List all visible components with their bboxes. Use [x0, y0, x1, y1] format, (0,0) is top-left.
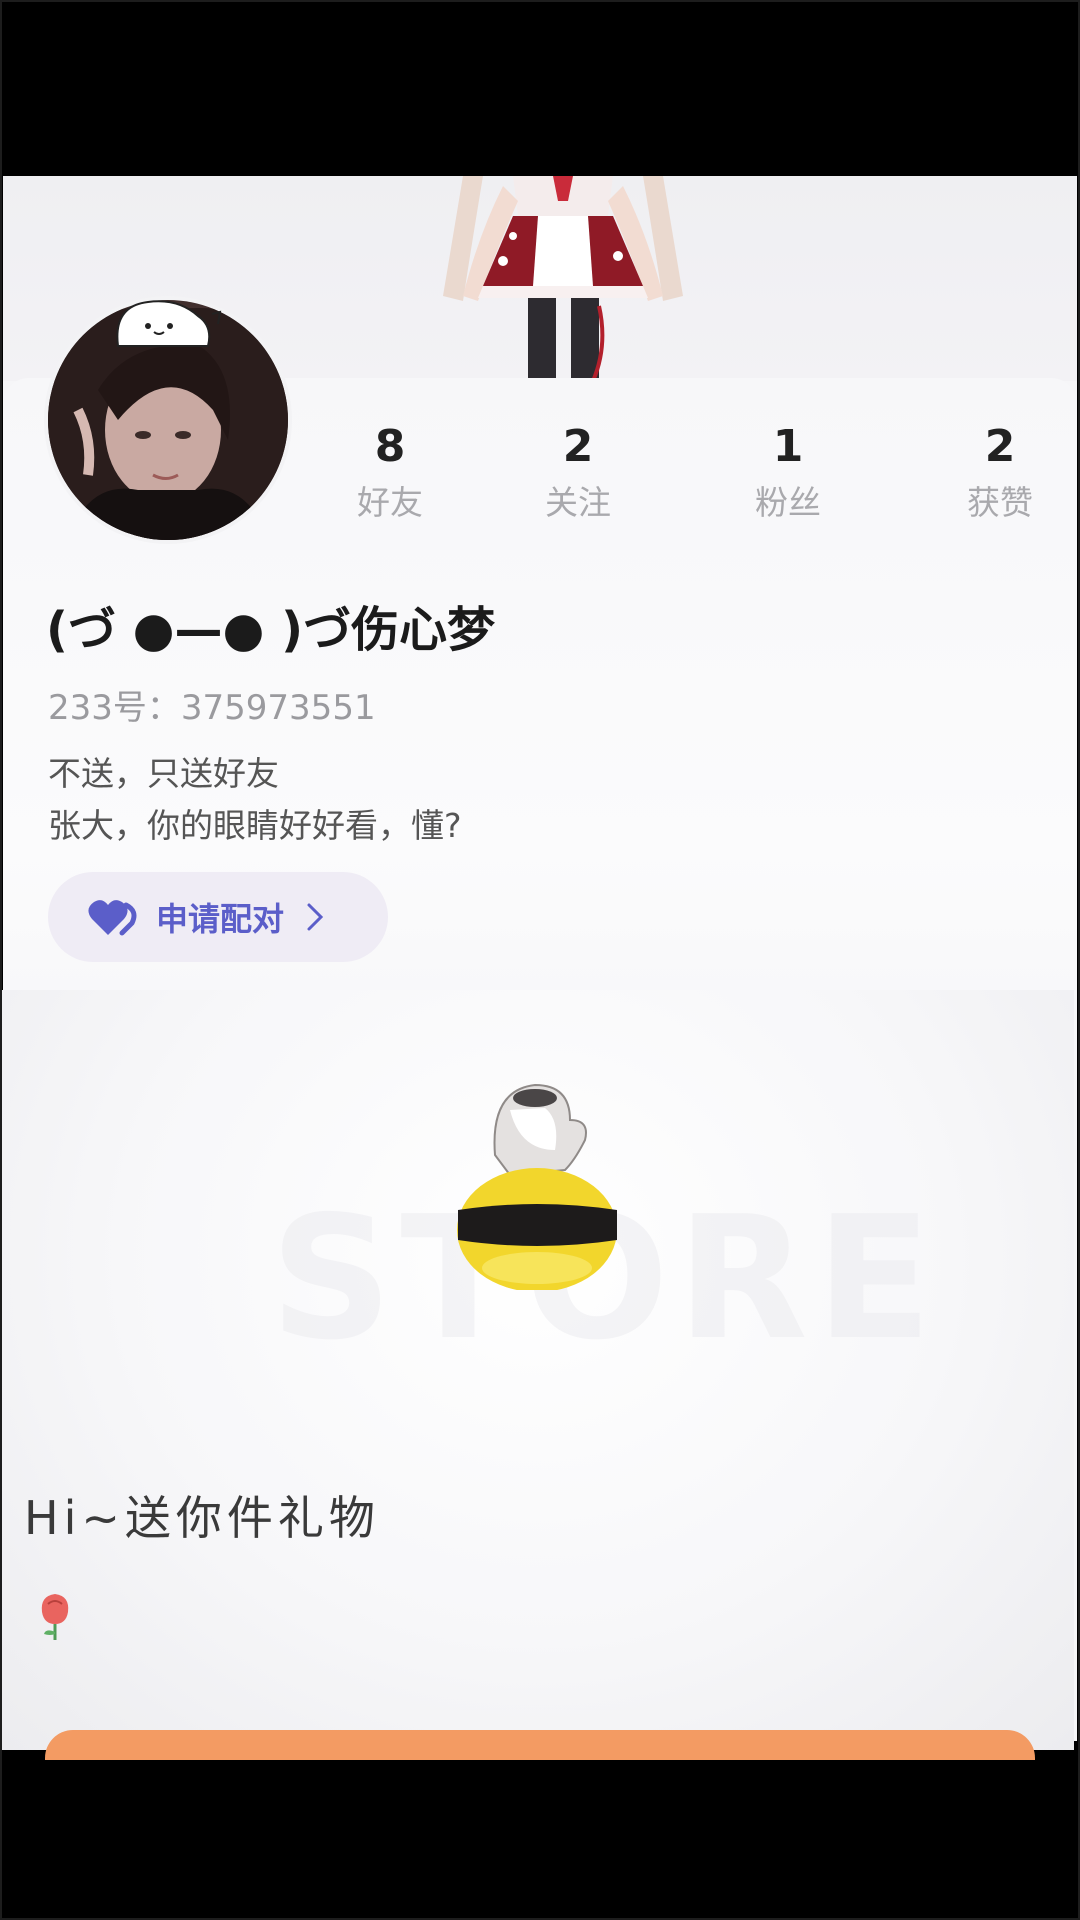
stat-value: 1	[772, 421, 804, 472]
bio-line: 张大，你的眼睛好好看，懂?	[48, 806, 462, 845]
stat-label: 粉丝	[755, 483, 821, 522]
bio-line: 不送，只送好友	[48, 754, 279, 793]
profile-uid[interactable]: 233号：375973551	[48, 680, 376, 729]
stat-friends[interactable]: 8 好友	[320, 420, 460, 528]
send-gift-bar[interactable]	[45, 1730, 1035, 1760]
stat-followers[interactable]: 1 粉丝	[718, 420, 858, 528]
gift-message: Hi~送你件礼物	[24, 1491, 380, 1545]
cat-sticker-icon	[116, 300, 222, 347]
rose-icon[interactable]	[36, 1590, 74, 1642]
stat-following[interactable]: 2 关注	[508, 420, 648, 528]
bee-gift-icon[interactable]	[450, 1080, 625, 1290]
stat-label: 关注	[545, 483, 611, 522]
stat-value: 2	[562, 421, 594, 472]
stat-label: 获赞	[967, 483, 1033, 522]
character-image	[443, 176, 683, 381]
stat-likes[interactable]: 2 获赞	[930, 420, 1070, 528]
apply-pair-button[interactable]: 申请配对	[48, 872, 388, 962]
profile-stats: 8 好友 2 关注 1 粉丝 2 获赞	[0, 420, 1074, 540]
profile-nickname: (づ ●—● )づ伤心梦	[46, 602, 496, 658]
apply-pair-label: 申请配对	[156, 900, 285, 938]
stat-value: 8	[374, 421, 406, 472]
heart-icon	[88, 900, 137, 936]
profile-bio: 不送，只送好友 张大，你的眼睛好好看，懂?	[48, 748, 462, 852]
stat-value: 2	[984, 421, 1016, 472]
stat-label: 好友	[357, 483, 423, 522]
chevron-right-icon	[307, 903, 324, 931]
